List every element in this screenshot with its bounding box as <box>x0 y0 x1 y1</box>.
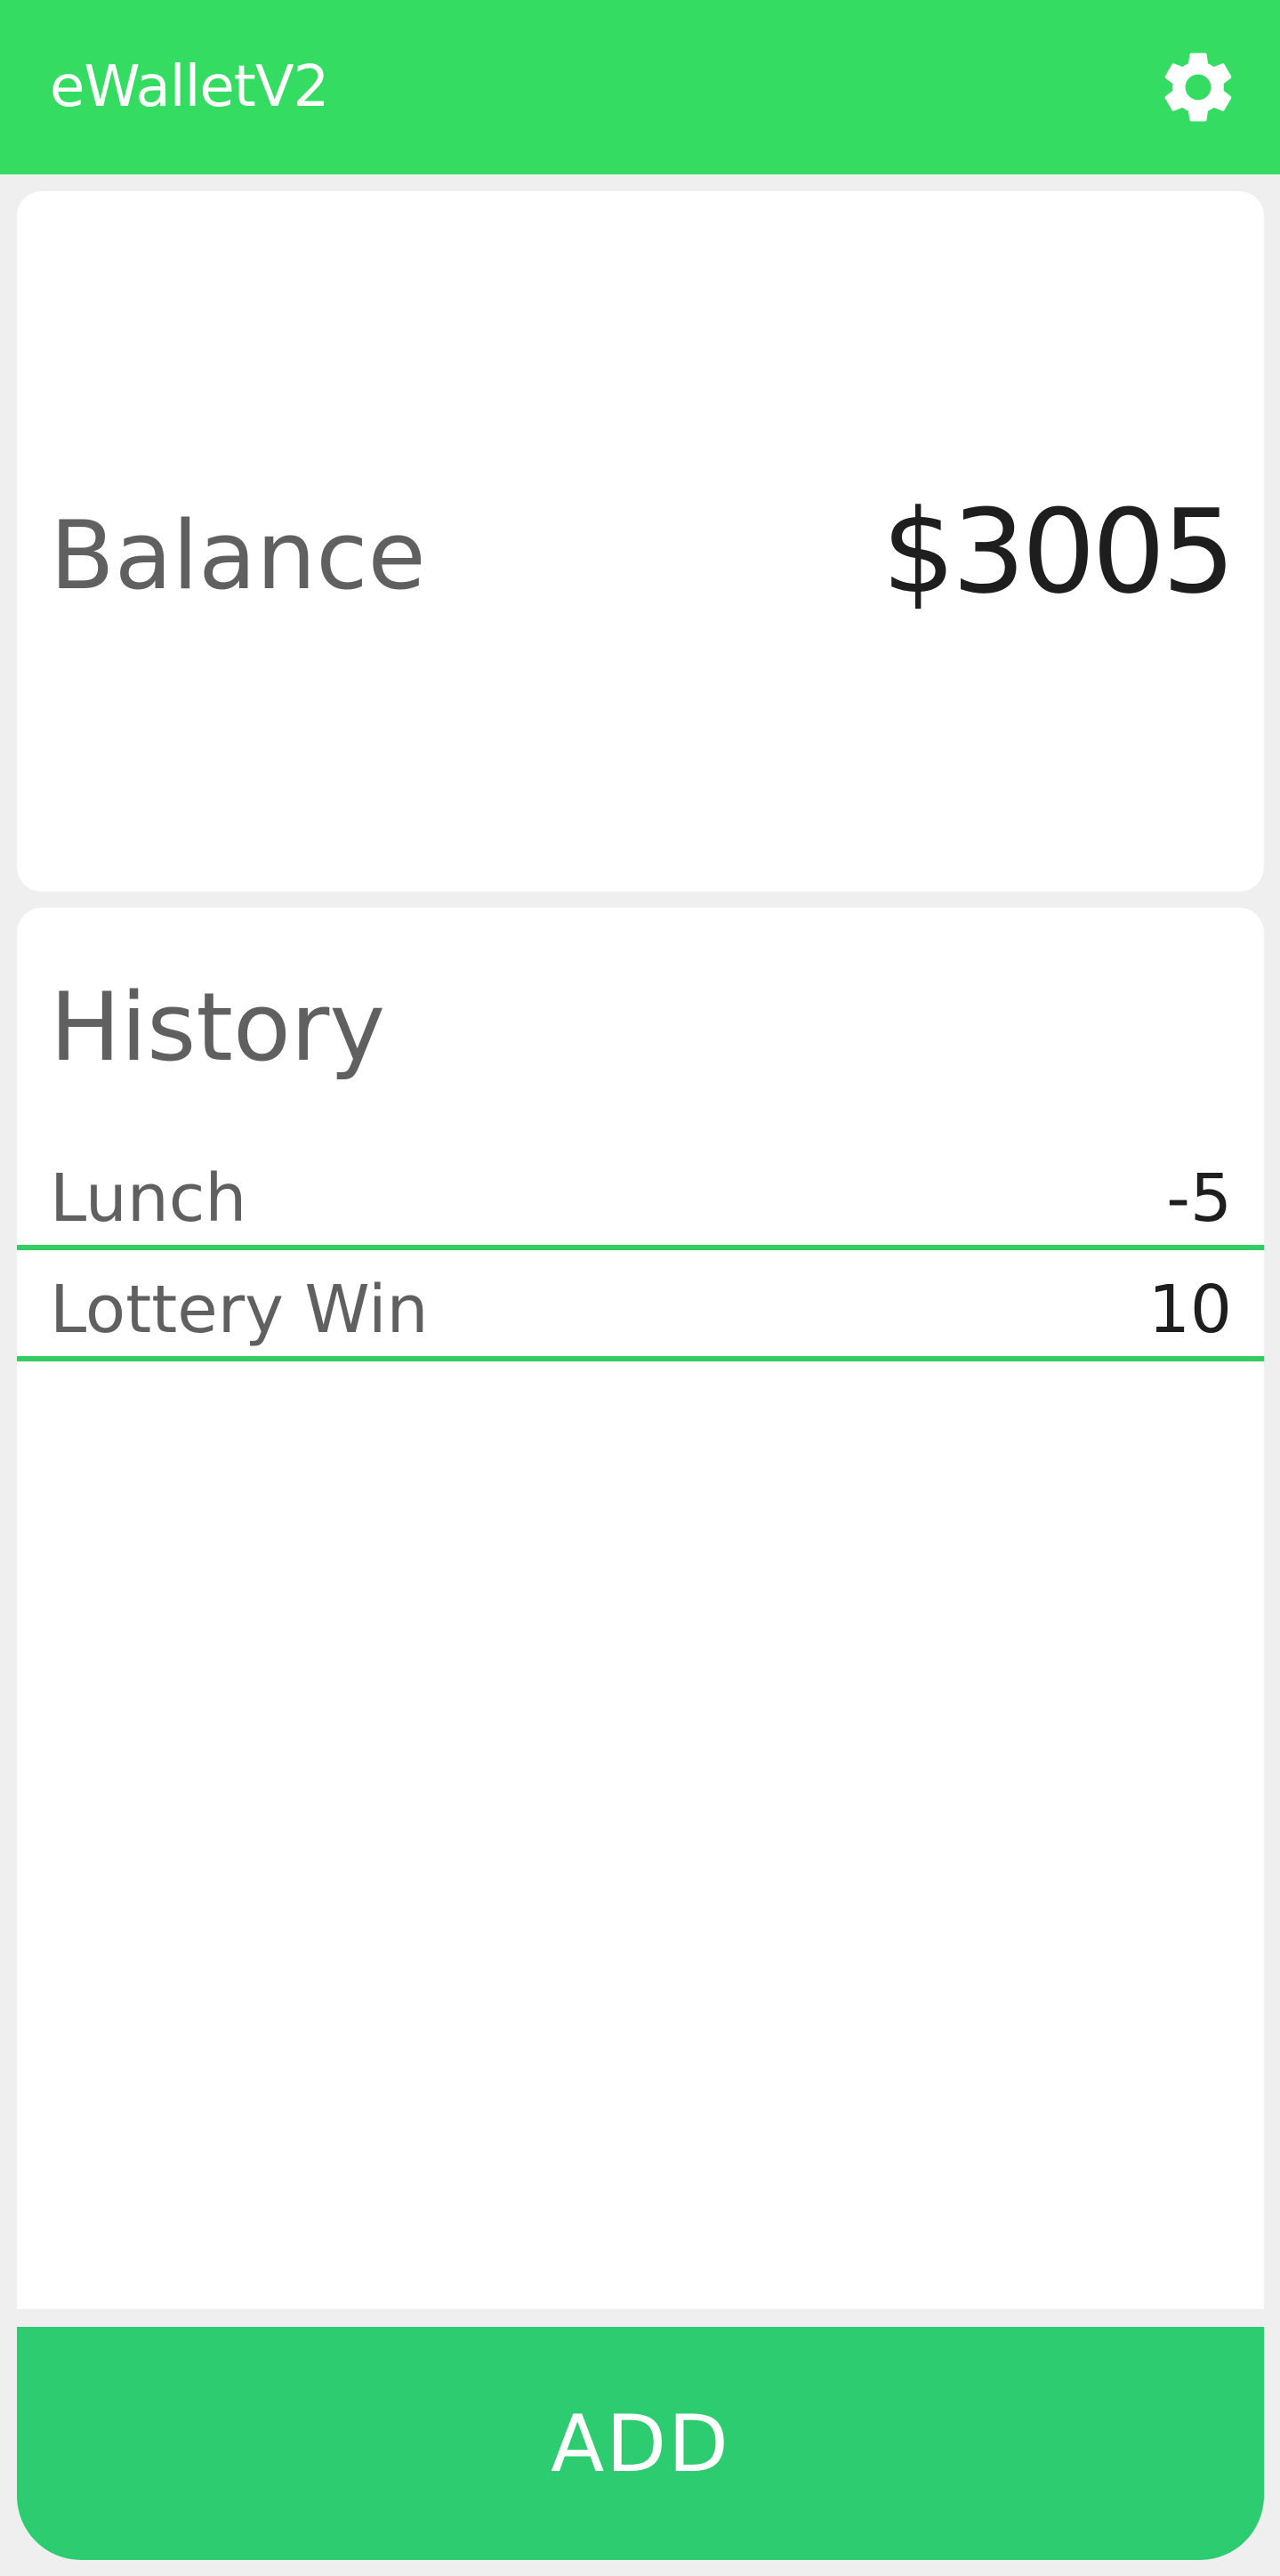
app-title: eWalletV2 <box>50 54 329 120</box>
add-button[interactable]: ADD <box>17 2327 1264 2560</box>
gear-icon <box>1164 52 1232 122</box>
balance-value: $3005 <box>882 484 1236 619</box>
history-item-amount: 10 <box>1147 1272 1232 1348</box>
history-item-label: Lottery Win <box>50 1272 429 1348</box>
history-row[interactable]: Lunch -5 <box>17 1139 1264 1250</box>
settings-button[interactable] <box>1155 44 1241 130</box>
history-title: History <box>50 973 386 1082</box>
balance-card: Balance $3005 <box>17 191 1264 892</box>
history-row[interactable]: Lottery Win 10 <box>17 1250 1264 1361</box>
history-item-amount: -5 <box>1166 1160 1232 1237</box>
app-bar: eWalletV2 <box>0 0 1280 174</box>
balance-label: Balance <box>50 501 426 610</box>
history-card: History Lunch -5 Lottery Win 10 <box>17 908 1264 2309</box>
history-list: Lunch -5 Lottery Win 10 <box>17 1139 1264 1361</box>
history-item-label: Lunch <box>50 1160 247 1237</box>
